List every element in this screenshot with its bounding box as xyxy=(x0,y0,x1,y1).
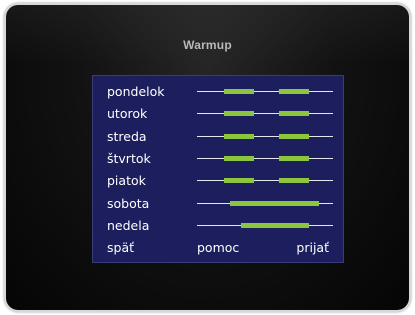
accept-button[interactable]: prijať xyxy=(296,241,329,255)
day-label: utorok xyxy=(107,106,148,122)
heating-period-bar[interactable] xyxy=(278,155,309,161)
schedule-timeline[interactable] xyxy=(197,222,333,228)
day-label: pondelok xyxy=(107,84,165,99)
heating-period-bar[interactable] xyxy=(278,89,309,94)
schedule-row[interactable]: streda xyxy=(93,128,343,148)
schedule-timeline[interactable] xyxy=(197,178,333,184)
day-label: sobota xyxy=(107,195,150,211)
schedule-timeline[interactable] xyxy=(197,155,333,161)
schedule-screen: pondelok utorok streda štvrtok piatok sobota n… xyxy=(92,75,344,263)
heating-period-bar[interactable] xyxy=(240,222,309,228)
thermostat-frame: Warmup pondelok utorok streda štvrtok piatok… xyxy=(4,3,411,312)
day-label: piatok xyxy=(107,173,146,189)
schedule-row[interactable]: štvrtok xyxy=(93,150,343,170)
schedule-timeline[interactable] xyxy=(197,89,333,94)
heating-period-bar[interactable] xyxy=(278,111,309,117)
glass-reflection xyxy=(6,5,409,65)
day-label: štvrtok xyxy=(107,150,151,166)
heating-period-bar[interactable] xyxy=(278,133,309,139)
schedule-row[interactable]: nedela xyxy=(93,217,343,237)
day-label: nedela xyxy=(107,217,150,233)
schedule-row[interactable]: pondelok xyxy=(93,83,343,103)
heating-period-bar[interactable] xyxy=(224,155,255,161)
heating-period-bar[interactable] xyxy=(224,111,255,117)
brand-logo: Warmup xyxy=(183,38,232,52)
day-label: streda xyxy=(107,128,147,144)
help-button[interactable]: pomoc xyxy=(197,241,239,255)
schedule-timeline[interactable] xyxy=(197,133,333,139)
schedule-row[interactable]: utorok xyxy=(93,105,343,125)
schedule-row[interactable]: sobota xyxy=(93,195,343,215)
heating-period-bar[interactable] xyxy=(224,133,255,139)
heating-period-bar[interactable] xyxy=(224,178,255,184)
heating-period-bar[interactable] xyxy=(224,89,255,94)
schedule-timeline[interactable] xyxy=(197,200,333,206)
heating-period-bar[interactable] xyxy=(278,178,309,184)
heating-period-bar[interactable] xyxy=(229,200,320,206)
back-button[interactable]: späť xyxy=(107,241,134,255)
schedule-timeline[interactable] xyxy=(197,111,333,117)
thermostat-device: Warmup pondelok utorok streda štvrtok piatok… xyxy=(6,5,409,310)
schedule-row[interactable]: piatok xyxy=(93,172,343,192)
